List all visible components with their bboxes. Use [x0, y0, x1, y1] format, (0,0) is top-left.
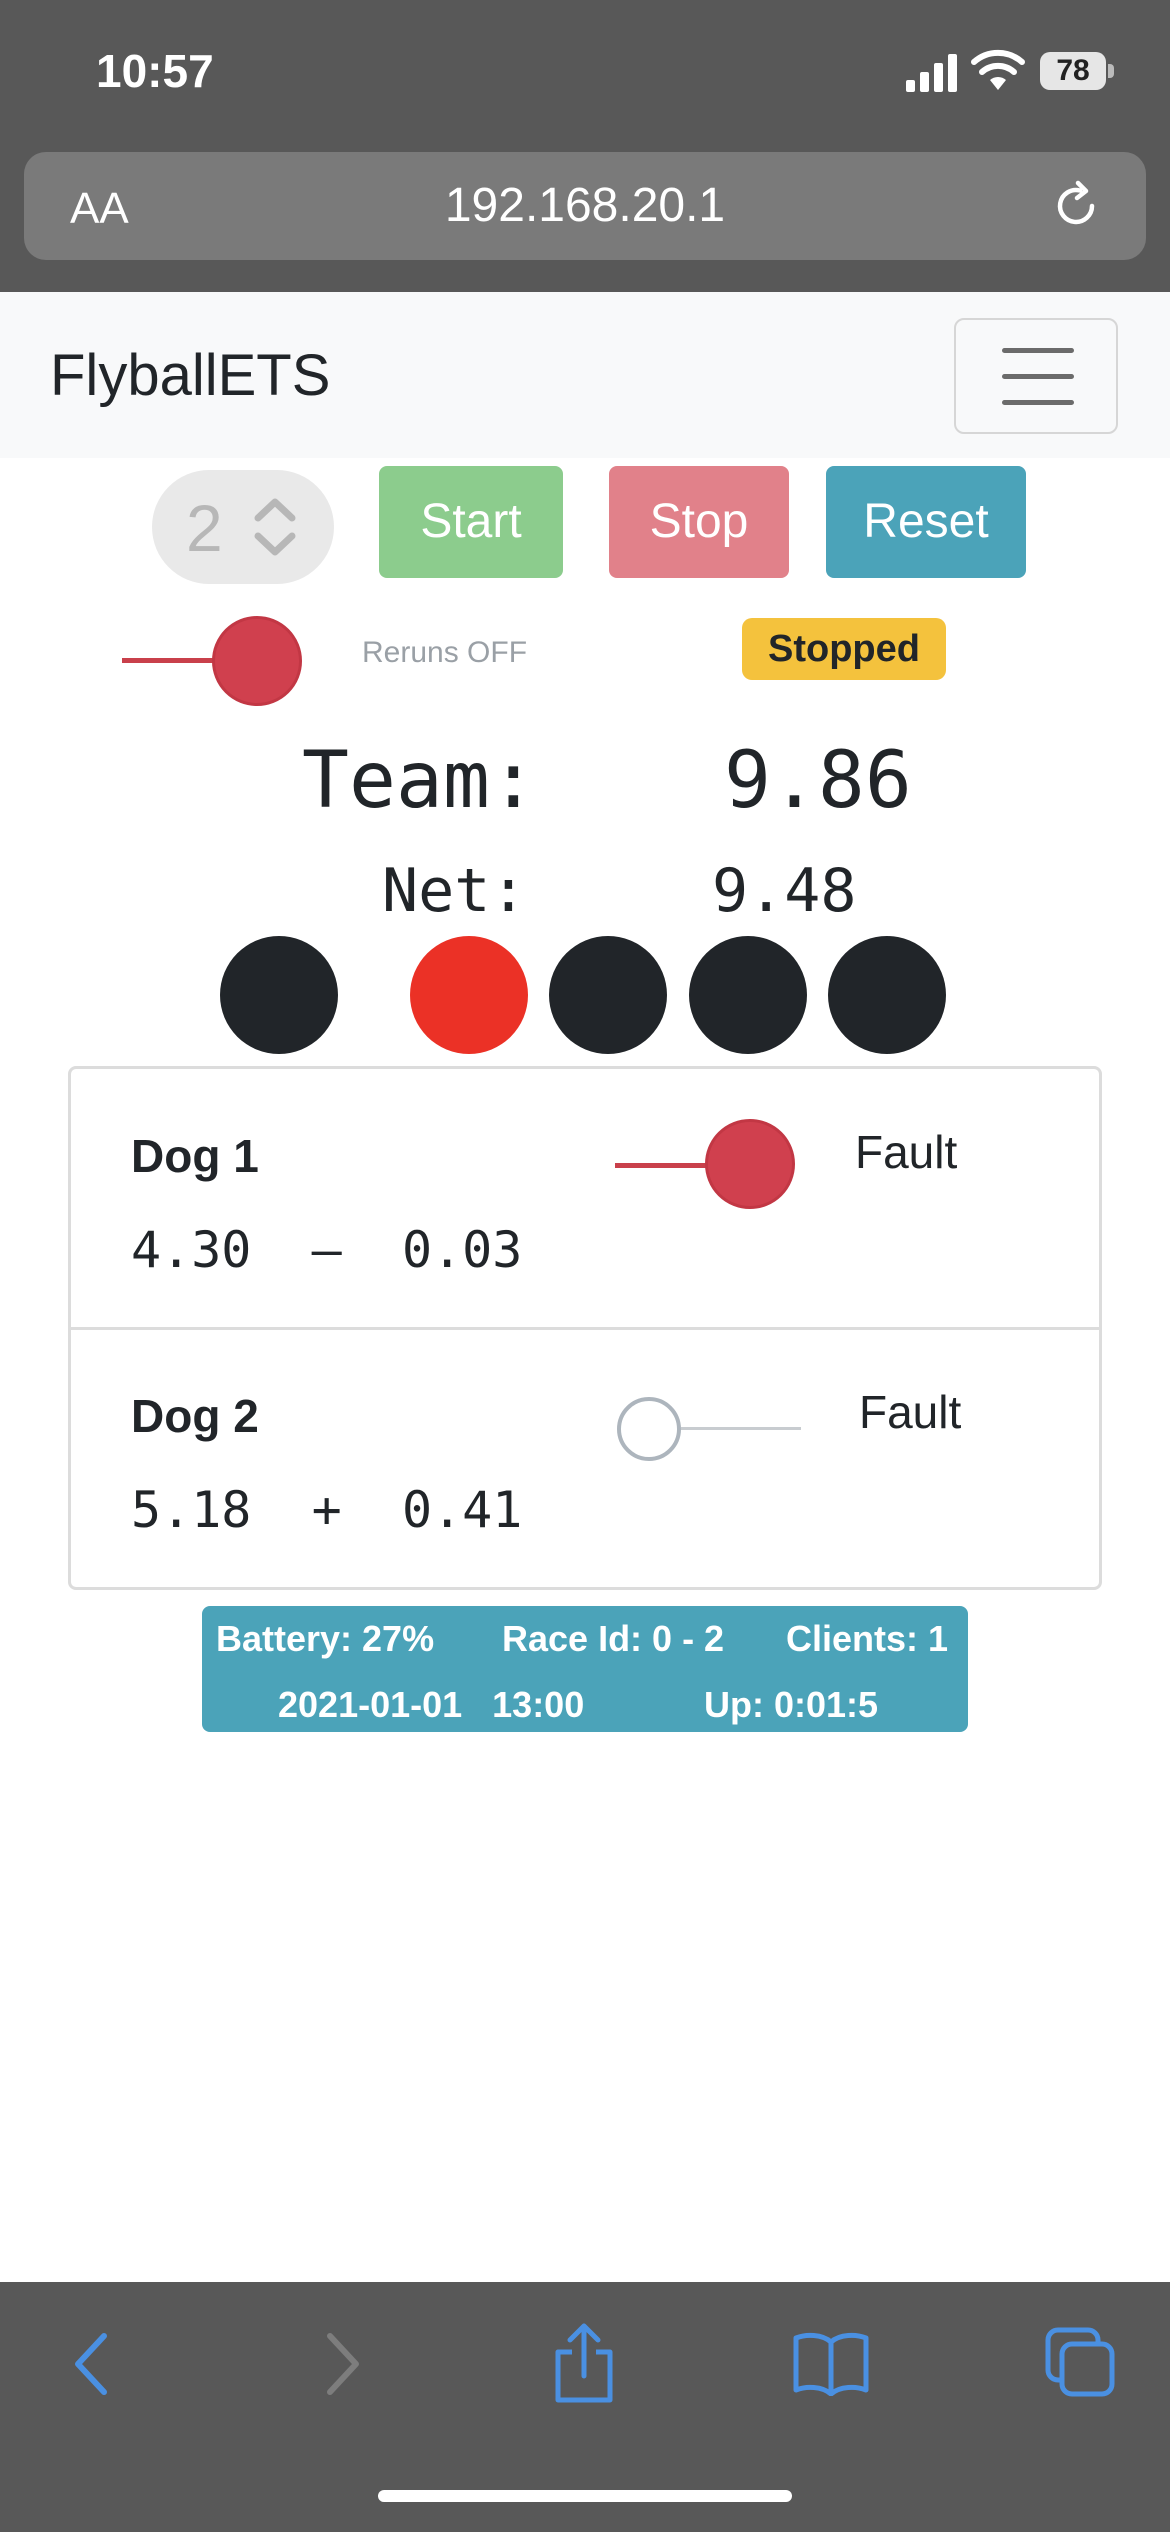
brand-title[interactable]: FlyballETS [50, 342, 330, 409]
reruns-label: Reruns OFF [362, 636, 528, 669]
dog-1-crossing: 0.03 [401, 1221, 523, 1279]
dog-1-times: 4.30 – 0.03 [131, 1221, 522, 1279]
battery-indicator: 78 [1040, 52, 1106, 90]
bookmarks-icon[interactable] [792, 2328, 870, 2396]
start-button[interactable]: Start [379, 466, 563, 578]
dog-1-fault-label: Fault [855, 1126, 958, 1178]
dog-2-fault-switch-track [681, 1427, 801, 1430]
net-time-value: 9.48 [712, 856, 857, 926]
dog-2-time: 5.18 [131, 1481, 252, 1539]
race-number-select[interactable]: 2 [152, 470, 334, 584]
forward-icon[interactable] [312, 2326, 372, 2402]
battery-info: Battery: 27% [216, 1618, 435, 1659]
light-2 [410, 936, 528, 1054]
battery-nub [1108, 64, 1114, 78]
datetime-info: 2021-01-01 13:00 [278, 1684, 585, 1725]
net-time-label: Net: [382, 856, 527, 926]
dog-2-sign: + [311, 1481, 342, 1539]
back-icon[interactable] [62, 2326, 122, 2402]
cellular-signal-icon [906, 54, 957, 92]
dog-1-fault-switch-knob[interactable] [705, 1119, 795, 1209]
hamburger-icon [1002, 400, 1074, 405]
navbar: FlyballETS [0, 292, 1170, 458]
team-time-label: Team: [302, 736, 537, 826]
team-time-value: 9.86 [724, 736, 912, 826]
status-badge: Stopped [742, 618, 946, 680]
dog-2-name: Dog 2 [131, 1390, 259, 1442]
card-divider [71, 1327, 1099, 1330]
race-number-value: 2 [186, 491, 223, 565]
light-1 [220, 936, 338, 1054]
dog-2-times: 5.18 + 0.41 [131, 1481, 522, 1539]
dog-1-time: 4.30 [131, 1221, 252, 1279]
uptime-info: Up: 0:01:5 [704, 1684, 879, 1725]
dogs-card: Dog 1 Fault 4.30 – 0.03 Dog 2 Fault 5.18… [68, 1066, 1102, 1590]
share-icon[interactable] [548, 2320, 620, 2406]
reset-button[interactable]: Reset [826, 466, 1026, 578]
hamburger-icon [1002, 374, 1074, 379]
dog-2-crossing: 0.41 [401, 1481, 523, 1539]
dog-2-fault-switch-knob[interactable] [617, 1397, 681, 1461]
status-bar: 10:57 78 AA 192.168.20.1 [0, 0, 1170, 292]
stop-button[interactable]: Stop [609, 466, 789, 578]
url-text[interactable]: 192.168.20.1 [24, 178, 1146, 233]
home-indicator [378, 2490, 792, 2502]
reload-icon[interactable] [1050, 180, 1102, 232]
light-4 [689, 936, 807, 1054]
address-bar[interactable]: AA 192.168.20.1 [24, 152, 1146, 260]
tabs-icon[interactable] [1044, 2326, 1116, 2398]
clock: 10:57 [96, 45, 214, 97]
light-3 [549, 936, 667, 1054]
hamburger-icon [1002, 348, 1074, 353]
clients-info: Clients: 1 [786, 1618, 949, 1659]
race-id-info: Race Id: 0 - 2 [502, 1618, 725, 1659]
menu-toggle-button[interactable] [954, 318, 1118, 434]
chevron-updown-icon [254, 498, 296, 556]
dog-1-sign: – [311, 1221, 342, 1279]
dog-2-fault-label: Fault [859, 1386, 962, 1438]
reruns-switch-knob[interactable] [212, 616, 302, 706]
light-5 [828, 936, 946, 1054]
dog-1-name: Dog 1 [131, 1130, 259, 1182]
system-info-box: Battery: 27% Race Id: 0 - 2 Clients: 1 2… [202, 1606, 968, 1732]
wifi-icon [971, 49, 1025, 90]
